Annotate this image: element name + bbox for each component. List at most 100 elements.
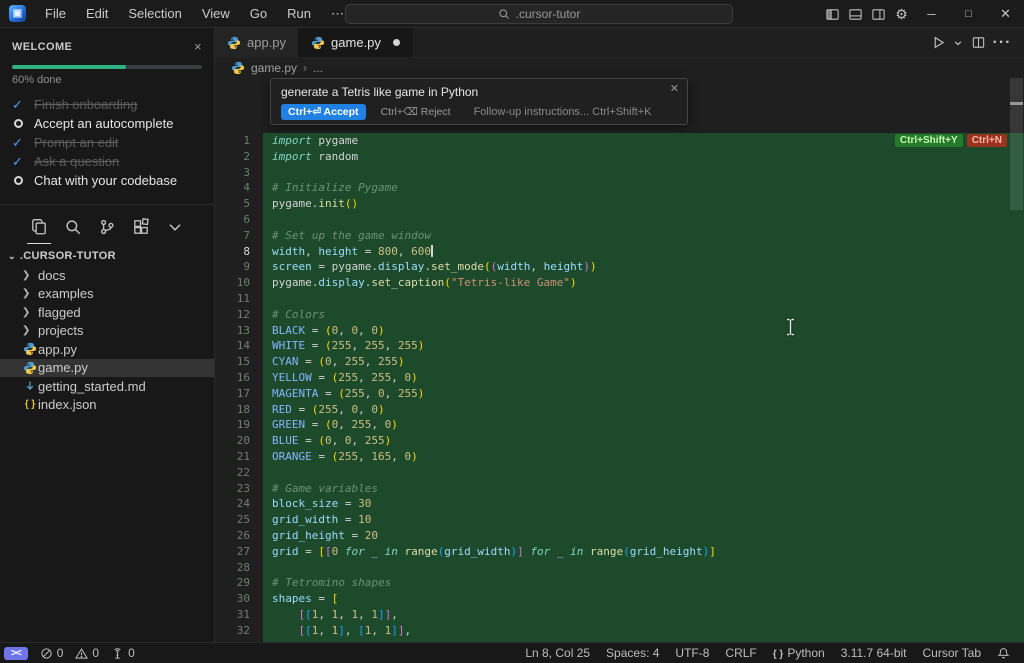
- line-number[interactable]: 12: [215, 307, 263, 323]
- extensions-icon[interactable]: [131, 217, 151, 237]
- code-line-content[interactable]: block_size = 30: [263, 496, 1024, 512]
- code-line[interactable]: 30shapes = [: [215, 591, 1024, 607]
- tree-item-projects[interactable]: ❯projects: [0, 322, 214, 341]
- status-warnings[interactable]: 0: [69, 643, 105, 663]
- menu-edit[interactable]: Edit: [77, 3, 117, 25]
- code-line[interactable]: 25grid_width = 10: [215, 512, 1024, 528]
- code-line[interactable]: 8width, height = 800, 600: [215, 244, 1024, 260]
- code-line-content[interactable]: # Initialize Pygame: [263, 180, 1024, 196]
- status-python-interpreter[interactable]: 3.11.7 64-bit: [833, 646, 915, 660]
- ai-prompt-text[interactable]: generate a Tetris like game in Python: [271, 79, 687, 99]
- code-line-content[interactable]: BLACK = (0, 0, 0): [263, 323, 1024, 339]
- menu-run[interactable]: Run: [278, 3, 320, 25]
- line-number[interactable]: 26: [215, 528, 263, 544]
- toggle-secondary-sidebar-icon[interactable]: [867, 0, 890, 28]
- status-errors[interactable]: 0: [34, 643, 70, 663]
- code-line[interactable]: 3: [215, 165, 1024, 181]
- line-number[interactable]: 25: [215, 512, 263, 528]
- code-line-content[interactable]: pygame.display.set_caption("Tetris-like …: [263, 275, 1024, 291]
- code-line-content[interactable]: [263, 465, 1024, 481]
- tree-item-app-py[interactable]: app.py: [0, 340, 214, 359]
- code-line[interactable]: 2import random: [215, 149, 1024, 165]
- code-line[interactable]: 7# Set up the game window: [215, 228, 1024, 244]
- code-line-content[interactable]: # Game variables: [263, 481, 1024, 497]
- line-number[interactable]: 20: [215, 433, 263, 449]
- code-line[interactable]: 12# Colors: [215, 307, 1024, 323]
- reject-button[interactable]: Ctrl+⌫ Reject: [381, 106, 451, 118]
- status-indentation[interactable]: Spaces: 4: [598, 646, 667, 660]
- menu-file[interactable]: File: [36, 3, 75, 25]
- line-number[interactable]: 13: [215, 323, 263, 339]
- status-language-mode[interactable]: { }Python: [765, 646, 833, 660]
- line-number[interactable]: 31: [215, 607, 263, 623]
- accept-button[interactable]: Ctrl+⏎ Accept: [281, 104, 366, 120]
- status-encoding[interactable]: UTF-8: [667, 646, 717, 660]
- line-number[interactable]: 28: [215, 560, 263, 576]
- code-line-content[interactable]: [[1, 1, 1, 1]],: [263, 607, 1024, 623]
- code-line-content[interactable]: grid = [[0 for _ in range(grid_width)] f…: [263, 544, 1024, 560]
- line-number[interactable]: 22: [215, 465, 263, 481]
- code-line-content[interactable]: grid_height = 20: [263, 528, 1024, 544]
- line-number[interactable]: 29: [215, 575, 263, 591]
- welcome-task-chat-with-your-codebase[interactable]: Chat with your codebase: [12, 171, 202, 190]
- code-line[interactable]: 24block_size = 30: [215, 496, 1024, 512]
- code-line-content[interactable]: [[1, 1, 1], [0, 1, 0]]: [263, 639, 1024, 643]
- status-cursor-position[interactable]: Ln 8, Col 25: [517, 646, 598, 660]
- line-number[interactable]: 11: [215, 291, 263, 307]
- welcome-task-accept-an-autocomplete[interactable]: Accept an autocomplete: [12, 114, 202, 133]
- files-icon[interactable]: [29, 217, 49, 237]
- followup-instructions[interactable]: Follow-up instructions... Ctrl+Shift+K: [474, 106, 652, 118]
- line-number[interactable]: 1: [215, 133, 263, 149]
- close-icon[interactable]: ×: [194, 39, 202, 54]
- line-number[interactable]: 6: [215, 212, 263, 228]
- line-number[interactable]: 3: [215, 165, 263, 181]
- code-line-content[interactable]: CYAN = (0, 255, 255): [263, 354, 1024, 370]
- status-ports[interactable]: 0: [105, 643, 141, 663]
- reject-all-badge[interactable]: Ctrl+N: [967, 134, 1007, 147]
- tree-item-docs[interactable]: ❯docs: [0, 266, 214, 285]
- vertical-scrollbar[interactable]: [1010, 78, 1023, 210]
- line-number[interactable]: 30: [215, 591, 263, 607]
- code-line[interactable]: 15CYAN = (0, 255, 255): [215, 354, 1024, 370]
- code-line[interactable]: 19GREEN = (0, 255, 0): [215, 417, 1024, 433]
- toggle-panel-icon[interactable]: [844, 0, 867, 28]
- close-icon[interactable]: ✕: [987, 0, 1024, 28]
- code-line[interactable]: 28: [215, 560, 1024, 576]
- toggle-sidebar-icon[interactable]: [821, 0, 844, 28]
- code-line-content[interactable]: grid_width = 10: [263, 512, 1024, 528]
- code-line-content[interactable]: YELLOW = (255, 255, 0): [263, 370, 1024, 386]
- minimize-icon[interactable]: ─: [913, 0, 950, 28]
- code-line[interactable]: 9screen = pygame.display.set_mode((width…: [215, 259, 1024, 275]
- line-number[interactable]: 4: [215, 180, 263, 196]
- breadcrumb-more[interactable]: ...: [313, 61, 323, 75]
- code-line-content[interactable]: width, height = 800, 600: [263, 244, 1024, 260]
- code-line[interactable]: 5pygame.init(): [215, 196, 1024, 212]
- accept-all-badge[interactable]: Ctrl+Shift+Y: [895, 134, 963, 147]
- code-line[interactable]: 16YELLOW = (255, 255, 0): [215, 370, 1024, 386]
- code-line[interactable]: 14WHITE = (255, 255, 255): [215, 338, 1024, 354]
- split-editor-icon[interactable]: [968, 32, 988, 54]
- menu-selection[interactable]: Selection: [119, 3, 190, 25]
- line-number[interactable]: 27: [215, 544, 263, 560]
- code-line[interactable]: 4# Initialize Pygame: [215, 180, 1024, 196]
- welcome-task-prompt-an-edit[interactable]: ✓Prompt an edit: [12, 133, 202, 152]
- code-line-content[interactable]: ORANGE = (255, 165, 0): [263, 449, 1024, 465]
- line-number[interactable]: 14: [215, 338, 263, 354]
- line-number[interactable]: 33: [215, 639, 263, 643]
- chevron-down-icon[interactable]: [165, 217, 185, 237]
- code-line-content[interactable]: shapes = [: [263, 591, 1024, 607]
- code-editor[interactable]: Ctrl+Shift+Y Ctrl+N 1import pygame2impor…: [215, 133, 1024, 642]
- code-line-content[interactable]: [263, 560, 1024, 576]
- code-line-content[interactable]: # Set up the game window: [263, 228, 1024, 244]
- code-line[interactable]: 22: [215, 465, 1024, 481]
- maximize-icon[interactable]: □: [950, 0, 987, 28]
- tree-item-flagged[interactable]: ❯flagged: [0, 303, 214, 322]
- explorer-root-header[interactable]: ⌄ .CURSOR-TUTOR: [0, 246, 214, 266]
- tree-item-getting-started-md[interactable]: getting_started.md: [0, 377, 214, 396]
- settings-gear-icon[interactable]: ⚙: [890, 0, 913, 28]
- run-icon[interactable]: [928, 32, 948, 54]
- tab-game-py[interactable]: game.py: [299, 28, 413, 57]
- unsaved-dot-icon[interactable]: [393, 39, 400, 46]
- tree-item-game-py[interactable]: game.py: [0, 359, 214, 378]
- line-number[interactable]: 21: [215, 449, 263, 465]
